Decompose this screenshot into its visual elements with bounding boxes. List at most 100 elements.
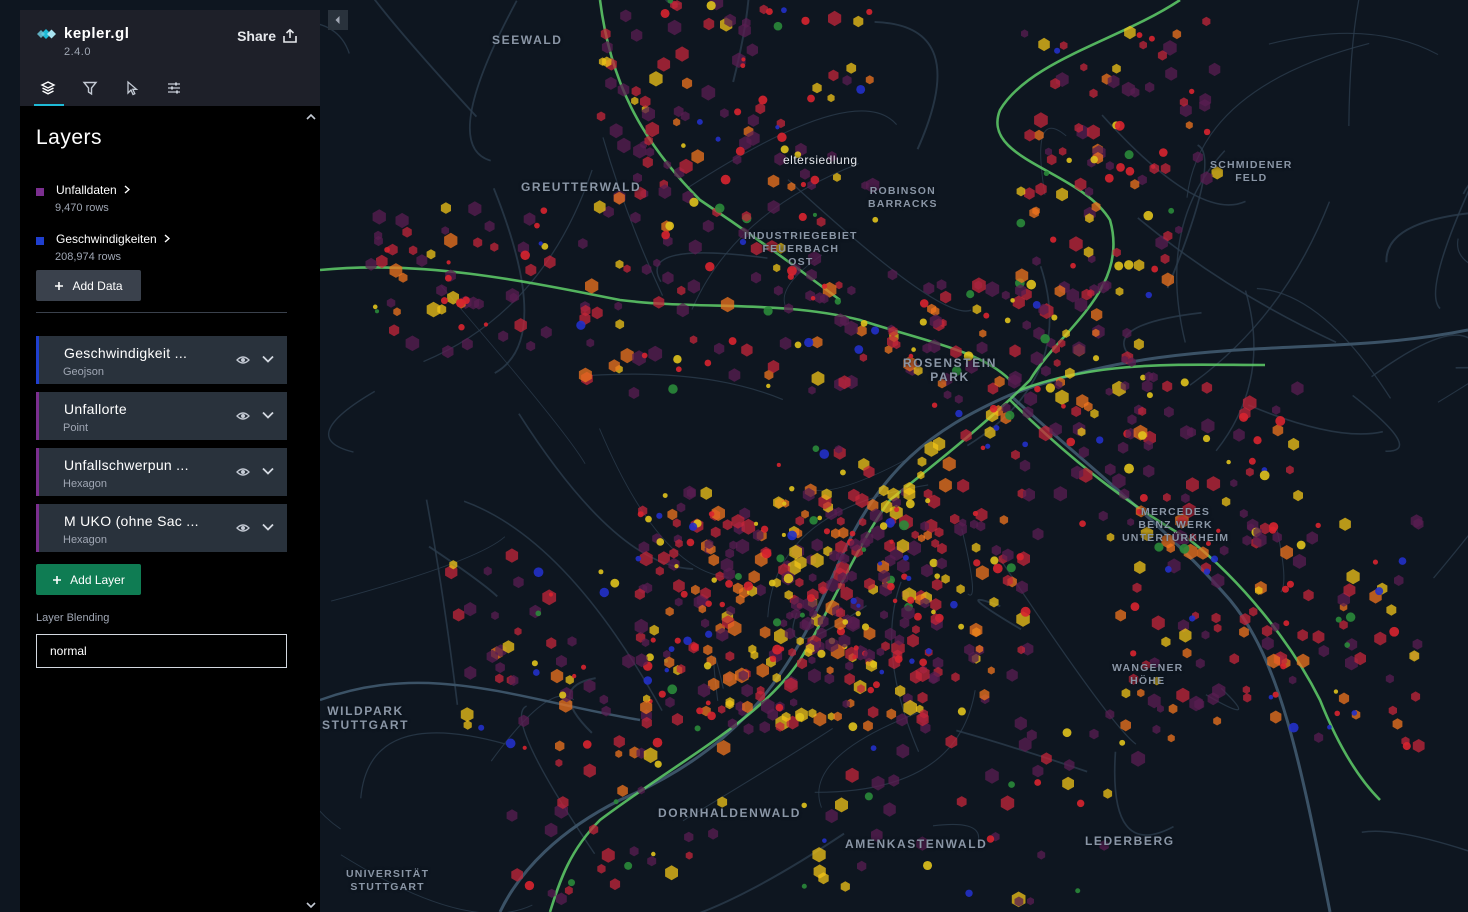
chevron-down-icon[interactable] <box>261 521 275 533</box>
accident-hexagon <box>589 824 599 835</box>
accident-hexagon <box>460 707 474 722</box>
accident-hexagon <box>620 9 632 23</box>
accident-point <box>681 143 686 148</box>
accident-point <box>931 609 936 615</box>
basemap-road <box>1348 0 1360 127</box>
chevron-down-icon[interactable] <box>261 465 275 477</box>
accident-point <box>455 298 465 308</box>
layer-color-bar <box>36 392 39 440</box>
share-button[interactable]: Share <box>237 25 298 47</box>
accident-hexagon <box>1394 574 1404 586</box>
accident-hexagon <box>658 551 670 566</box>
accident-hexagon <box>780 619 788 628</box>
chevron-right-icon <box>164 234 171 243</box>
accident-point <box>1104 173 1114 183</box>
accident-point <box>789 486 795 492</box>
eye-visibility-icon[interactable] <box>236 466 250 478</box>
accident-hexagon <box>755 102 766 115</box>
accident-point <box>704 359 712 367</box>
tab-layers[interactable] <box>32 74 64 106</box>
tab-interactions[interactable] <box>116 74 148 102</box>
add-data-button[interactable]: Add Data <box>36 270 141 301</box>
eye-visibility-icon[interactable] <box>236 354 250 366</box>
accident-point <box>705 600 712 607</box>
basemap-road <box>590 373 784 401</box>
accident-hexagon <box>972 277 986 294</box>
layer-card-unfallschwerpunkte[interactable]: Unfallschwerpun ... Hexagon <box>36 448 287 496</box>
accident-hexagon <box>1186 477 1199 493</box>
accident-point <box>823 528 831 535</box>
accident-hexagon <box>1242 535 1252 546</box>
accident-hexagon <box>956 796 967 808</box>
accident-hexagon <box>1104 463 1116 476</box>
accident-point <box>902 554 909 561</box>
basemap-road <box>1113 751 1174 836</box>
layer-name: Unfallorte <box>64 401 127 417</box>
accident-point <box>576 320 586 330</box>
accident-hexagon <box>808 573 817 583</box>
accident-hexagon <box>1024 129 1036 142</box>
accident-hexagon <box>883 802 896 817</box>
accident-hexagon <box>395 212 409 229</box>
accident-hexagon <box>1032 256 1041 266</box>
accident-point <box>768 579 776 587</box>
chevron-down-icon[interactable] <box>261 353 275 365</box>
layer-card-geschwindigkeit[interactable]: Geschwindigkeit ... Geojson <box>36 336 287 384</box>
kepler-logo-icon <box>37 29 56 39</box>
accident-point <box>534 222 540 229</box>
accident-point <box>906 575 912 581</box>
accident-hexagon <box>725 548 735 559</box>
accident-point <box>696 119 703 125</box>
accident-point <box>905 499 915 509</box>
dataset-color-swatch <box>36 237 44 245</box>
layer-card-m-uko[interactable]: M UKO (ohne Sac ... Hexagon <box>36 504 287 552</box>
accident-point <box>1398 557 1407 565</box>
accident-hexagon <box>491 611 499 620</box>
accident-point <box>898 520 909 531</box>
accident-point <box>821 283 828 289</box>
accident-point <box>894 507 900 513</box>
eye-visibility-icon[interactable] <box>236 522 250 534</box>
scroll-up-icon[interactable] <box>306 112 316 120</box>
share-label: Share <box>237 28 276 44</box>
accident-point <box>911 347 916 352</box>
accident-hexagon <box>847 285 856 296</box>
tab-map-settings[interactable] <box>158 74 190 102</box>
layer-name: M UKO (ohne Sac ... <box>64 513 199 529</box>
accident-point <box>1040 334 1050 344</box>
accident-hexagon <box>845 661 854 671</box>
accident-hexagon <box>444 232 458 249</box>
eye-visibility-icon[interactable] <box>236 410 250 422</box>
chevron-down-icon[interactable] <box>261 409 275 421</box>
accident-point <box>458 324 465 331</box>
accident-hexagon <box>1053 359 1061 367</box>
dataset-color-swatch <box>36 188 44 196</box>
accident-hexagon <box>1206 476 1221 492</box>
scroll-down-icon[interactable] <box>306 902 316 910</box>
accident-point <box>782 501 787 506</box>
accident-hexagon <box>1160 253 1170 264</box>
accident-hexagon <box>773 285 783 296</box>
accident-point <box>855 610 861 617</box>
accident-point <box>1179 543 1190 554</box>
accident-point <box>852 654 857 660</box>
add-data-label: Add Data <box>72 278 123 293</box>
share-upload-icon <box>283 28 297 43</box>
accident-hexagon <box>1296 653 1310 669</box>
tab-filters[interactable] <box>74 74 106 102</box>
map-label-robinson-barracks: ROBINSON BARRACKS <box>868 185 938 210</box>
accident-hexagon <box>1115 609 1126 622</box>
layer-card-unfallorte[interactable]: Unfallorte Point <box>36 392 287 440</box>
layer-manager[interactable]: Layers Unfalldaten 9,470 rows Geschwindi… <box>20 106 320 912</box>
accident-point <box>689 197 699 207</box>
accident-point <box>1006 563 1016 573</box>
add-layer-button[interactable]: Add Layer <box>36 564 141 595</box>
accident-hexagon <box>441 226 449 235</box>
accident-hexagon <box>1306 531 1318 545</box>
accident-hexagon <box>631 28 643 42</box>
accident-point <box>1125 166 1135 176</box>
layer-blending-select[interactable]: normal <box>36 634 287 668</box>
collapse-panel-button[interactable] <box>328 10 348 30</box>
accident-hexagon <box>795 516 805 526</box>
accident-point <box>804 337 814 348</box>
